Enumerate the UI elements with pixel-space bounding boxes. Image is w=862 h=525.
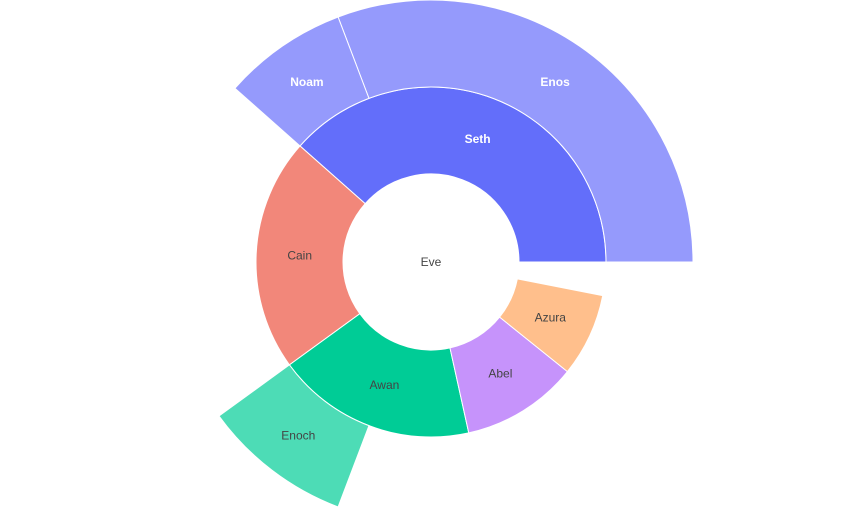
label-enos: Enos — [540, 75, 570, 89]
label-noam: Noam — [290, 75, 323, 89]
label-abel: Abel — [488, 367, 512, 381]
label-cain: Cain — [287, 249, 312, 263]
label-enoch: Enoch — [281, 429, 315, 443]
label-awan: Awan — [369, 378, 399, 392]
label-eve: Eve — [421, 255, 442, 269]
label-azura: Azura — [535, 310, 567, 324]
sunburst-chart: Eve Seth Enos Noam Cain Awan Enoch Abel Azura — [218, 0, 694, 508]
label-seth: Seth — [465, 132, 491, 146]
